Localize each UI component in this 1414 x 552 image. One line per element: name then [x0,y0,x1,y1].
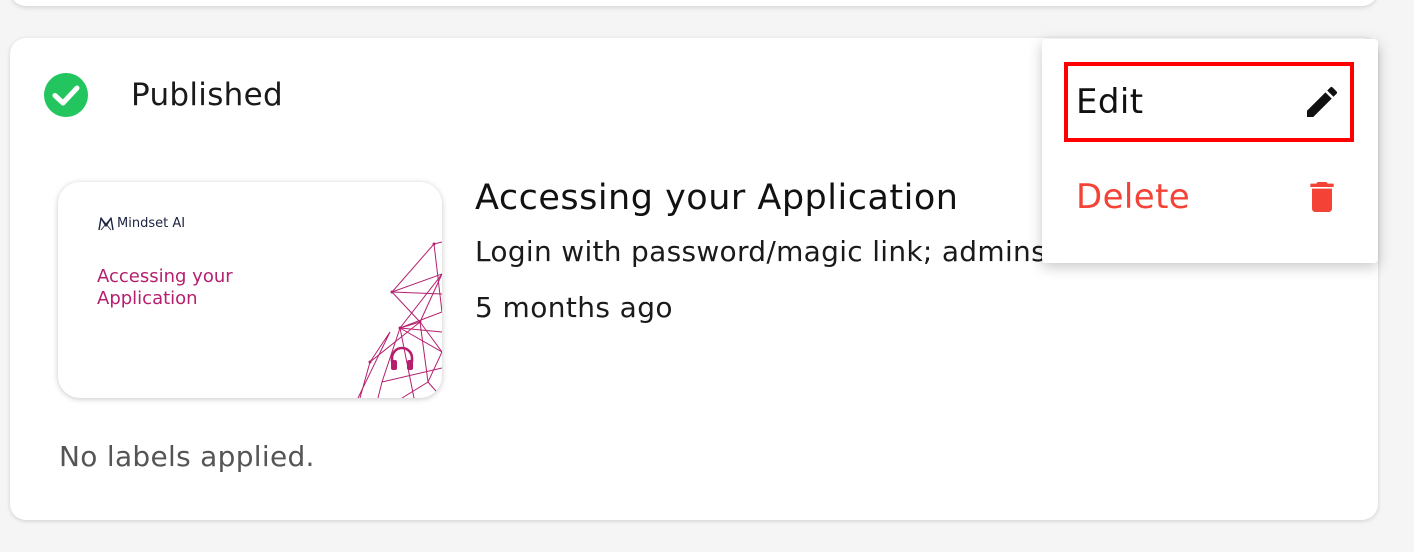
previous-card-edge [10,0,1378,6]
delete-label: Delete [1076,177,1191,217]
edit-menu-item[interactable]: Edit [1064,62,1354,142]
headphones-icon [390,346,414,370]
updated-timestamp: 5 months ago [475,291,673,324]
thumbnail-title: Accessing your Application [97,266,233,309]
pencil-icon [1307,86,1338,117]
thumbnail-brand: Mindset AI [98,216,185,231]
check-circle-icon [44,73,88,117]
context-menu: Edit Delete [1042,39,1378,263]
mindset-logo-icon [98,216,114,230]
status-label: Published [131,77,283,113]
content-thumbnail[interactable]: Mindset AI Accessing your Application [58,182,442,398]
delete-menu-item[interactable]: Delete [1064,157,1354,237]
network-pattern-graphic [357,241,442,398]
status-row: Published [44,72,283,118]
edit-label: Edit [1076,82,1144,122]
thumbnail-brand-text: Mindset AI [117,216,186,231]
trash-icon [1310,182,1334,212]
labels-note: No labels applied. [59,440,315,473]
